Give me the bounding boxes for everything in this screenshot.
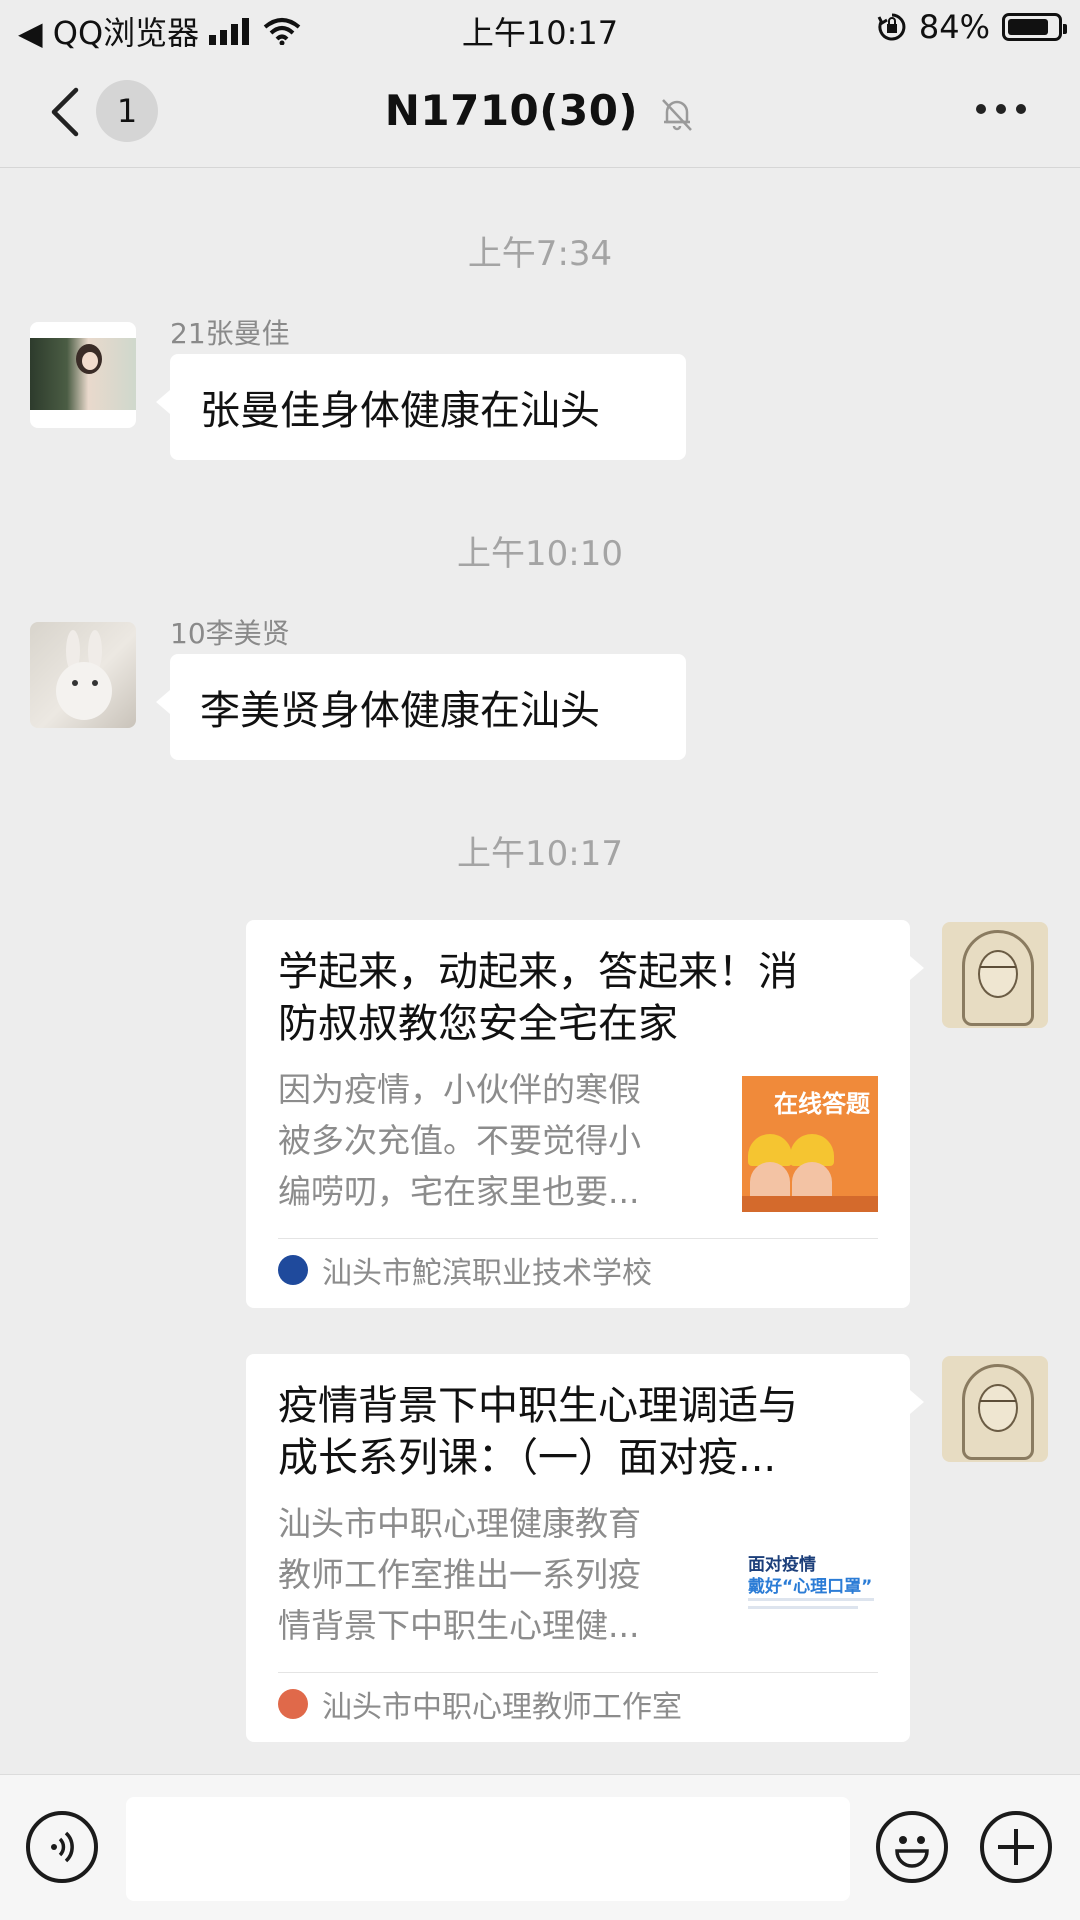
avatar[interactable] xyxy=(942,1356,1048,1462)
timestamp: 上午10:17 xyxy=(457,834,623,874)
link-card-source: 汕头市鮀滨职业技术学校 xyxy=(278,1248,652,1292)
text-message-bubble[interactable]: 李美贤身体健康在汕头 xyxy=(156,654,686,760)
timestamp: 上午10:10 xyxy=(457,534,623,574)
chat-title: N1710(30) xyxy=(384,86,639,135)
avatar[interactable] xyxy=(30,322,136,428)
plus-icon[interactable] xyxy=(980,1811,1052,1883)
divider xyxy=(278,1672,878,1673)
message-input[interactable] xyxy=(126,1797,850,1901)
link-card[interactable]: 疫情背景下中职生心理调适与 成长系列课：（一）面对疫... 汕头市中职心理健康教… xyxy=(246,1354,924,1742)
chat-nav-bar: 1 N1710(30) xyxy=(0,56,1080,168)
link-card-title: 学起来，动起来，答起来！消 防叔叔教您安全宅在家 xyxy=(278,949,798,1047)
link-card-source: 汕头市中职心理教师工作室 xyxy=(278,1682,682,1726)
link-card-description: 汕头市中职心理健康教育 教师工作室推出一系列疫 情背景下中职生心理健... xyxy=(278,1504,641,1645)
bell-muted-icon xyxy=(659,96,695,132)
chat-title-wrap[interactable]: N1710(30) xyxy=(0,86,1080,135)
orientation-lock-icon xyxy=(877,12,907,42)
sender-name: 10李美贤 xyxy=(170,617,290,650)
chat-input-bar xyxy=(0,1774,1080,1920)
battery-icon xyxy=(1002,13,1067,41)
status-bar: ◀ QQ浏览器 上午10:17 84% xyxy=(0,0,1080,56)
sender-name: 21张曼佳 xyxy=(170,317,290,350)
battery-text: 84% xyxy=(918,8,990,46)
school-logo-icon xyxy=(278,1255,308,1285)
timestamp: 上午7:34 xyxy=(467,234,613,274)
link-card-description: 因为疫情，小伙伴的寒假 被多次充值。不要觉得小 编唠叨，宅在家里也要... xyxy=(278,1070,641,1211)
message-text: 张曼佳身体健康在汕头 xyxy=(200,388,600,434)
link-card[interactable]: 学起来，动起来，答起来！消 防叔叔教您安全宅在家 因为疫情，小伙伴的寒假 被多次… xyxy=(246,920,924,1308)
more-dots-icon[interactable] xyxy=(976,104,1026,118)
avatar[interactable] xyxy=(942,922,1048,1028)
status-right: 84% xyxy=(877,8,1067,46)
link-card-title: 疫情背景下中职生心理调适与 成长系列课：（一）面对疫... xyxy=(278,1383,798,1481)
emoji-icon[interactable] xyxy=(876,1811,948,1883)
studio-logo-icon xyxy=(278,1689,308,1719)
avatar[interactable] xyxy=(30,622,136,728)
battery-fill xyxy=(1008,19,1049,35)
link-card-thumbnail: 在线答题 xyxy=(742,1076,878,1212)
message-text: 李美贤身体健康在汕头 xyxy=(200,688,600,734)
voice-icon[interactable] xyxy=(26,1811,98,1883)
divider xyxy=(278,1238,878,1239)
link-card-thumbnail: 面对疫情 戴好“心理口罩” xyxy=(742,1510,878,1646)
text-message-bubble[interactable]: 张曼佳身体健康在汕头 xyxy=(156,354,686,460)
